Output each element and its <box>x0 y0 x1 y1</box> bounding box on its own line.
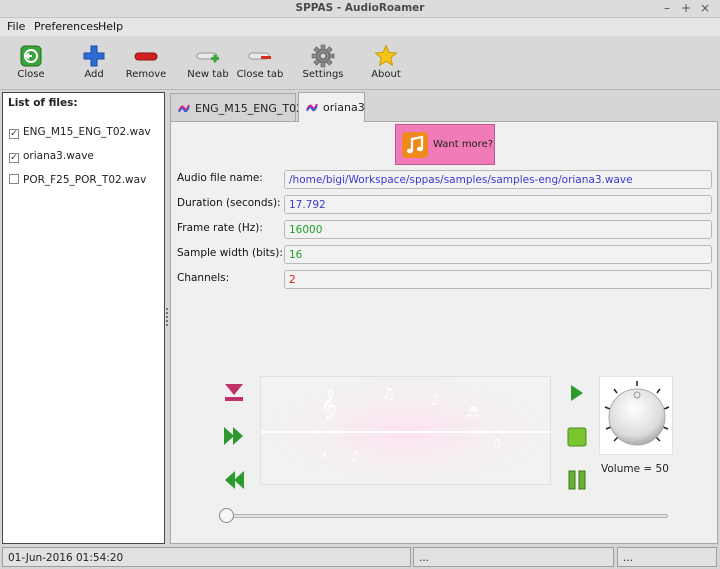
minimize-button[interactable]: – <box>660 1 674 15</box>
duration-label: Duration (seconds): <box>177 197 281 209</box>
close-button[interactable]: Close <box>3 44 59 84</box>
window-title: SPPAS - AudioRoamer <box>295 2 425 14</box>
menu-bar: File Preferences Help <box>0 18 720 36</box>
channels-label: Channels: <box>177 272 230 284</box>
audio-info-panel: Want more? Audio file name: /home/bigi/W… <box>170 121 718 544</box>
want-more-button[interactable]: Want more? <box>395 124 495 165</box>
volume-label: Volume = 50 <box>601 463 669 475</box>
tab-label: ENG_M15_ENG_T02 <box>195 102 304 115</box>
knob-dial-icon <box>604 381 670 446</box>
close-tab-icon <box>248 52 271 60</box>
splitter-handle[interactable] <box>165 306 169 330</box>
music-note-icon <box>402 132 428 158</box>
gear-icon <box>311 44 335 68</box>
volume-knob[interactable] <box>599 376 673 455</box>
svg-text:♪: ♪ <box>351 449 360 465</box>
waveform-image: 𝄞 ♫ ♪ ♬ ♪ ♩ ♫ <box>260 376 551 485</box>
plus-icon <box>83 45 105 67</box>
star-icon <box>374 44 398 67</box>
svg-text:♩: ♩ <box>321 445 328 461</box>
pause-button[interactable] <box>565 468 589 492</box>
stop-button[interactable] <box>565 425 589 449</box>
toolbar: Close Add Remove New tab Close tab Setti… <box>0 36 720 90</box>
file-list-panel: List of files: ✓ ENG_M15_ENG_T02.wav ✓ ori… <box>2 92 165 544</box>
play-icon <box>571 385 583 401</box>
close-tab-label: Close tab <box>236 69 284 80</box>
about-label: About <box>371 69 401 80</box>
file-checkbox[interactable] <box>9 174 19 184</box>
svg-text:♫: ♫ <box>381 384 395 403</box>
tab-oriana3[interactable]: oriana3 <box>298 92 365 122</box>
frame-rate-field[interactable]: 16000 <box>284 220 712 239</box>
status-field-3: ... <box>617 547 717 567</box>
position-slider-thumb[interactable] <box>219 508 234 523</box>
file-list-header: List of files: <box>8 97 78 109</box>
file-checkbox[interactable]: ✓ <box>9 153 19 163</box>
svg-text:♫: ♫ <box>491 436 502 450</box>
menu-file[interactable]: File <box>7 20 25 33</box>
remove-button[interactable]: Remove <box>118 44 174 84</box>
frame-rate-label: Frame rate (Hz): <box>177 222 263 234</box>
minus-icon <box>134 52 158 61</box>
add-label: Add <box>84 69 104 80</box>
eject-icon <box>225 384 243 401</box>
file-item[interactable]: ✓ oriana3.wave <box>9 150 94 164</box>
exit-icon <box>20 45 42 67</box>
status-datetime: 01-Jun-2016 01:54:20 <box>2 547 411 567</box>
close-label: Close <box>17 69 45 80</box>
sample-width-label: Sample width (bits): <box>177 247 283 259</box>
maximize-button[interactable]: + <box>679 1 693 15</box>
rewind-icon <box>225 471 244 489</box>
pause-icon <box>568 470 586 490</box>
new-tab-button[interactable]: New tab <box>180 44 236 84</box>
audio-wave-icon <box>306 103 318 112</box>
position-slider-track[interactable] <box>224 514 668 518</box>
new-tab-label: New tab <box>187 69 229 80</box>
status-field-2: ... <box>413 547 614 567</box>
close-window-button[interactable]: × <box>698 1 712 15</box>
file-name: oriana3.wave <box>23 150 94 162</box>
fast-forward-button[interactable] <box>222 424 246 448</box>
stop-icon <box>567 427 587 447</box>
file-name: ENG_M15_ENG_T02.wav <box>23 126 151 138</box>
svg-text:𝄞: 𝄞 <box>321 389 336 421</box>
audio-wave-icon <box>178 104 190 113</box>
channels-field[interactable]: 2 <box>284 270 712 289</box>
title-bar: SPPAS - AudioRoamer – + × <box>0 0 720 18</box>
file-name: POR_F25_POR_T02.wav <box>23 174 147 186</box>
new-tab-icon <box>196 52 219 63</box>
menu-preferences[interactable]: Preferences <box>34 20 99 33</box>
want-more-label: Want more? <box>433 139 494 150</box>
fast-forward-icon <box>224 427 243 445</box>
file-name-label: Audio file name: <box>177 172 263 184</box>
about-button[interactable]: About <box>358 44 414 84</box>
file-checkbox[interactable]: ✓ <box>9 129 19 139</box>
svg-text:♬: ♬ <box>466 405 479 421</box>
file-item[interactable]: POR_F25_POR_T02.wav <box>9 174 146 188</box>
remove-label: Remove <box>125 69 167 80</box>
eject-button[interactable] <box>222 380 246 404</box>
file-item[interactable]: ✓ ENG_M15_ENG_T02.wav <box>9 126 151 140</box>
settings-button[interactable]: Settings <box>295 44 351 84</box>
play-button[interactable] <box>565 381 589 405</box>
sample-width-field[interactable]: 16 <box>284 245 712 264</box>
tab-eng-m15[interactable]: ENG_M15_ENG_T02 <box>170 93 303 121</box>
status-bar: 01-Jun-2016 01:54:20 ... ... <box>0 545 720 569</box>
file-name-field[interactable]: /home/bigi/Workspace/sppas/samples/sampl… <box>284 170 712 189</box>
tab-label: oriana3 <box>323 101 365 114</box>
close-tab-button[interactable]: Close tab <box>232 44 288 84</box>
add-button[interactable]: Add <box>66 44 122 84</box>
rewind-button[interactable] <box>222 468 246 492</box>
duration-field[interactable]: 17.792 <box>284 195 712 214</box>
notebook: ENG_M15_ENG_T02 oriana3 Want more? Audio… <box>170 92 718 544</box>
settings-label: Settings <box>302 69 344 80</box>
svg-text:♪: ♪ <box>431 393 440 409</box>
menu-help[interactable]: Help <box>98 20 123 33</box>
